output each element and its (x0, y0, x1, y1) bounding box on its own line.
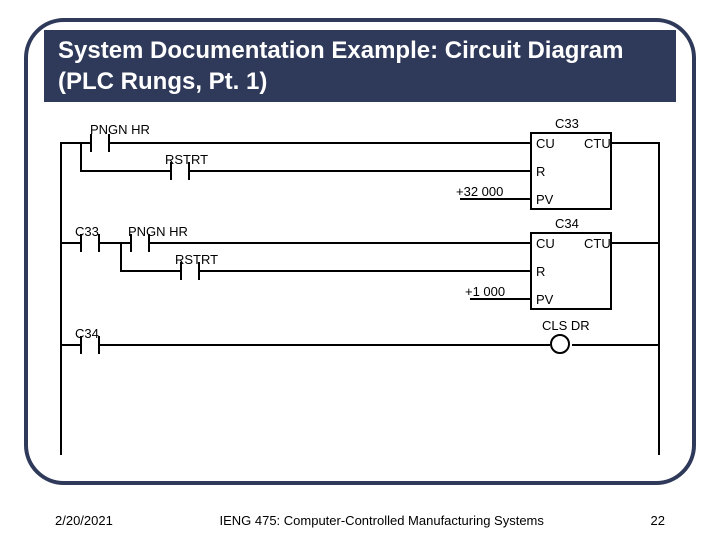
footer-course: IENG 475: Computer-Controlled Manufactur… (113, 513, 651, 528)
wire (60, 142, 90, 144)
wire (80, 170, 170, 172)
footer-slide-number: 22 (651, 513, 665, 528)
label-c33-type: CTU (584, 136, 611, 151)
wire (120, 242, 122, 270)
label-rstrt-2: RSTRT (175, 252, 218, 267)
contact-c34 (80, 344, 100, 362)
wire (120, 270, 180, 272)
contact-pngnhr-1 (90, 142, 110, 160)
label-c33-contact: C33 (75, 224, 99, 239)
title-bar: System Documentation Example: Circuit Di… (44, 30, 676, 102)
label-pngnhr-1: PNGN HR (90, 122, 150, 137)
contact-pngnhr-2 (130, 242, 150, 260)
wire (612, 142, 660, 144)
label-c33-id: C33 (555, 116, 579, 131)
plc-diagram: PNGN HR RSTRT +32 000 C33 CU CTU R PV C3… (60, 120, 660, 455)
left-power-rail (60, 142, 62, 455)
wire (612, 242, 660, 244)
wire (572, 344, 660, 346)
label-clsdr: CLS DR (542, 318, 590, 333)
label-c33-cu: CU (536, 136, 555, 151)
wire (110, 142, 530, 144)
contact-rstrt-1 (170, 170, 190, 188)
footer-date: 2/20/2021 (55, 513, 113, 528)
label-c33-r: R (536, 164, 545, 179)
contact-c33 (80, 242, 100, 260)
wire (60, 242, 80, 244)
label-c34-id: C34 (555, 216, 579, 231)
contact-rstrt-2 (180, 270, 200, 288)
label-c34-type: CTU (584, 236, 611, 251)
label-c34-pv: PV (536, 292, 553, 307)
wire (200, 270, 530, 272)
right-power-rail (658, 142, 660, 455)
label-c34-contact: C34 (75, 326, 99, 341)
slide-footer: 2/20/2021 IENG 475: Computer-Controlled … (0, 513, 720, 528)
label-rstrt-1: RSTRT (165, 152, 208, 167)
coil-clsdr (550, 334, 570, 354)
wire (150, 242, 530, 244)
label-c33-pv: PV (536, 192, 553, 207)
wire (100, 344, 550, 346)
label-c34-r: R (536, 264, 545, 279)
slide-title: System Documentation Example: Circuit Di… (58, 35, 676, 97)
wire (60, 344, 80, 346)
label-preset-1: +32 000 (456, 184, 503, 199)
wire (100, 242, 130, 244)
wire (80, 142, 82, 170)
label-preset-2: +1 000 (465, 284, 505, 299)
label-c34-cu: CU (536, 236, 555, 251)
label-pngnhr-2: PNGN HR (128, 224, 188, 239)
wire (190, 170, 530, 172)
